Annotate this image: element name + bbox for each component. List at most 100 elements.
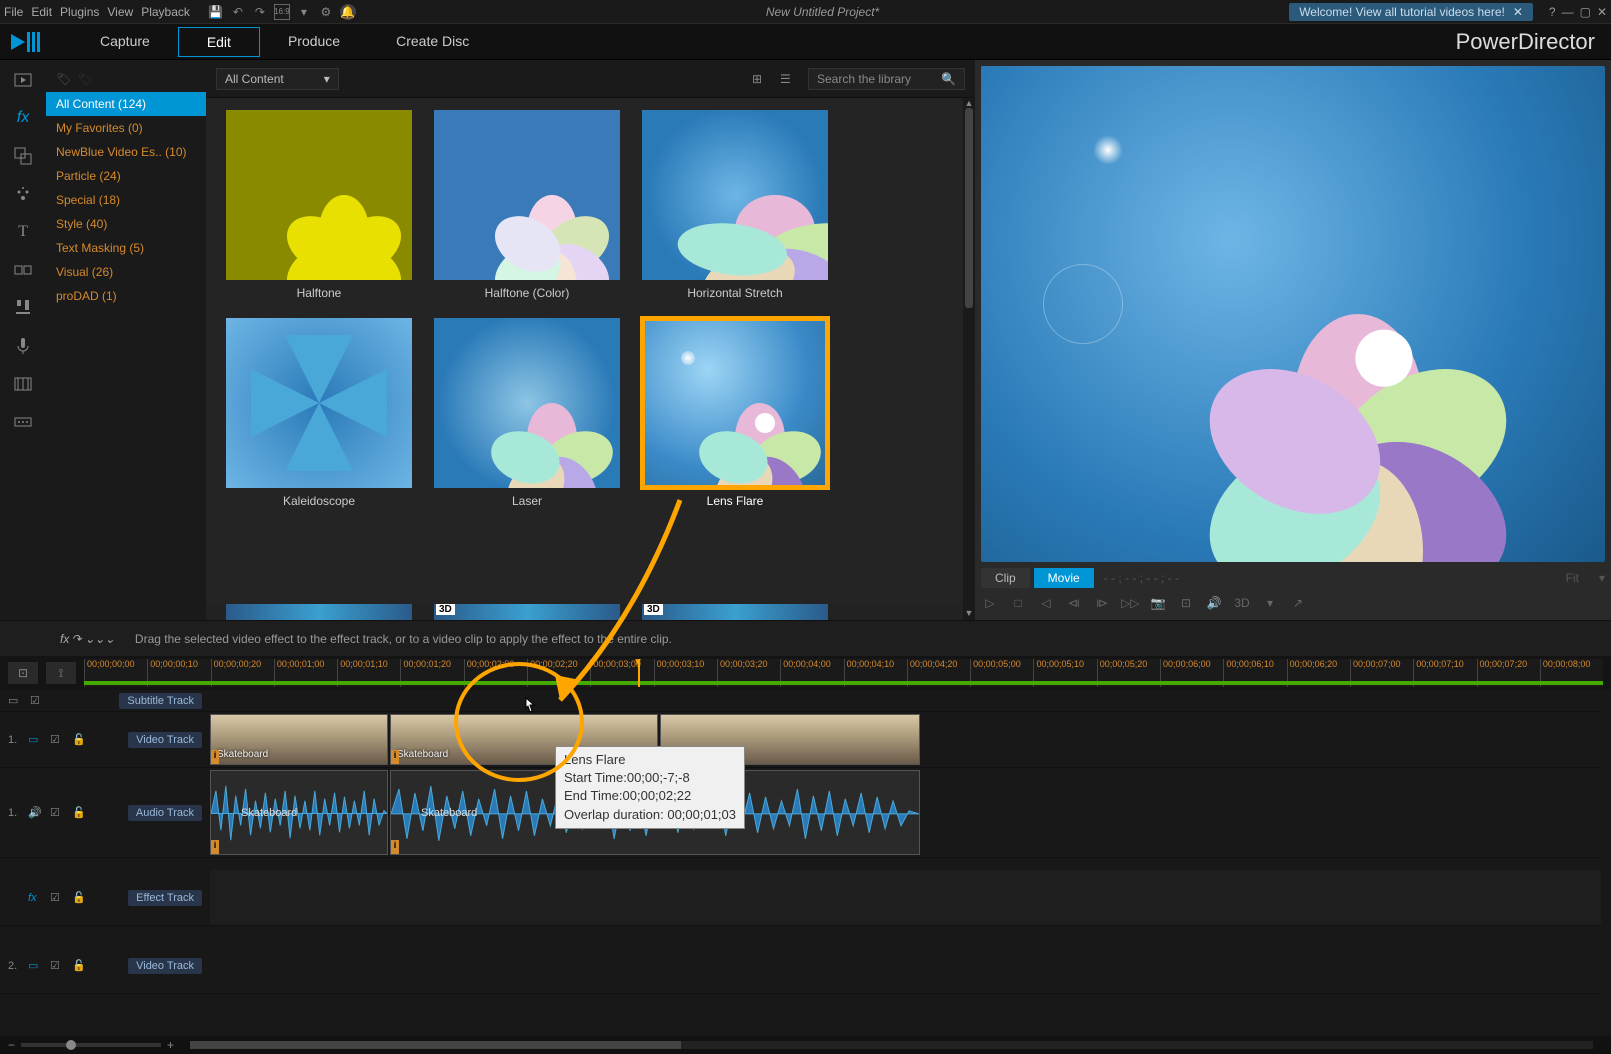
audio-room-icon[interactable] bbox=[9, 294, 37, 322]
zoom-thumb[interactable] bbox=[66, 1040, 76, 1050]
effect-kaleidoscope[interactable]: Kaleidoscope bbox=[226, 318, 412, 508]
zoom-in-icon[interactable]: + bbox=[167, 1038, 174, 1052]
cat-particle[interactable]: Particle (24) bbox=[46, 164, 206, 188]
track-enable-icon[interactable]: ☑ bbox=[50, 733, 66, 746]
media-room-icon[interactable] bbox=[9, 66, 37, 94]
menu-playback[interactable]: Playback bbox=[141, 5, 190, 19]
close-icon[interactable]: ✕ bbox=[1597, 5, 1607, 19]
tab-edit[interactable]: Edit bbox=[178, 27, 260, 57]
track-enable-icon[interactable]: ☑ bbox=[30, 694, 46, 707]
voice-room-icon[interactable] bbox=[9, 332, 37, 360]
three-d-icon[interactable]: 3D bbox=[1233, 596, 1251, 610]
movie-mode-button[interactable]: Movie bbox=[1034, 568, 1094, 588]
effect-laser[interactable]: Laser bbox=[434, 318, 620, 508]
fit-dropdown[interactable]: Fit▾ bbox=[1566, 571, 1605, 585]
subtitle-room-icon[interactable] bbox=[9, 408, 37, 436]
track-lock-icon[interactable]: 🔓 bbox=[72, 806, 88, 819]
tag-icon[interactable]: 🏷 bbox=[56, 72, 71, 86]
track-name[interactable]: Video Track bbox=[128, 958, 202, 974]
track-name[interactable]: Audio Track bbox=[128, 805, 202, 821]
track-area[interactable]: Skateboard i Skateboard i Skateboard i S… bbox=[210, 690, 1601, 1050]
split-icon[interactable]: ▾ bbox=[296, 4, 312, 20]
video-track-icon[interactable]: ▭ bbox=[28, 959, 44, 972]
horizontal-scrollbar[interactable] bbox=[190, 1041, 1593, 1049]
cat-textmasking[interactable]: Text Masking (5) bbox=[46, 236, 206, 260]
audio-track-icon[interactable]: 🔊 bbox=[28, 806, 44, 819]
cat-visual[interactable]: Visual (26) bbox=[46, 260, 206, 284]
chapter-room-icon[interactable] bbox=[9, 370, 37, 398]
video-track-2-lane[interactable] bbox=[210, 938, 1601, 994]
save-icon[interactable]: 💾 bbox=[208, 4, 224, 20]
tab-create-disc[interactable]: Create Disc bbox=[368, 27, 497, 57]
timeline-view-icon[interactable]: ⊡ bbox=[8, 662, 38, 684]
help-icon[interactable]: ? bbox=[1549, 5, 1556, 19]
effect-halftone[interactable]: Halftone bbox=[226, 110, 412, 300]
effect-peek[interactable] bbox=[226, 604, 412, 620]
fx-track-icon[interactable]: fx bbox=[28, 892, 44, 904]
settings-icon[interactable]: ⚙ bbox=[318, 4, 334, 20]
fx-room-icon[interactable]: fx bbox=[9, 104, 37, 132]
track-lock-icon[interactable]: 🔓 bbox=[72, 733, 88, 746]
menu-file[interactable]: File bbox=[4, 5, 23, 19]
minimize-icon[interactable]: — bbox=[1562, 5, 1574, 19]
effect-track-lane[interactable] bbox=[210, 870, 1601, 926]
tag-manage-icon[interactable]: 🏷 bbox=[77, 72, 92, 86]
library-filter-dropdown[interactable]: All Content ▾ bbox=[216, 68, 339, 90]
prev-frame-icon[interactable]: ◁ bbox=[1037, 596, 1055, 610]
track-enable-icon[interactable]: ☑ bbox=[50, 891, 66, 904]
tab-produce[interactable]: Produce bbox=[260, 27, 368, 57]
subtitle-track-lane[interactable] bbox=[210, 690, 1601, 712]
cat-all-content[interactable]: All Content (124) bbox=[46, 92, 206, 116]
notification-icon[interactable]: 🔔 bbox=[340, 4, 356, 20]
cat-newblue[interactable]: NewBlue Video Es.. (10) bbox=[46, 140, 206, 164]
effect-peek-3d[interactable]: 3D bbox=[434, 604, 620, 620]
quality-icon[interactable]: ⊡ bbox=[1177, 596, 1195, 610]
aspect-icon[interactable]: 16:9 bbox=[274, 4, 290, 20]
track-enable-icon[interactable]: ☑ bbox=[50, 806, 66, 819]
marker-icon[interactable]: ⟟ bbox=[46, 662, 76, 684]
menu-view[interactable]: View bbox=[107, 5, 133, 19]
tab-capture[interactable]: Capture bbox=[72, 27, 178, 57]
effect-peek-3d[interactable]: 3D bbox=[642, 604, 828, 620]
stop-icon[interactable]: □ bbox=[1009, 596, 1027, 610]
track-name[interactable]: Effect Track bbox=[128, 890, 202, 906]
cat-style[interactable]: Style (40) bbox=[46, 212, 206, 236]
menu-edit[interactable]: Edit bbox=[31, 5, 52, 19]
cat-prodad[interactable]: proDAD (1) bbox=[46, 284, 206, 308]
next-frame-icon[interactable]: ▷▷ bbox=[1121, 596, 1139, 610]
clip-mode-button[interactable]: Clip bbox=[981, 568, 1030, 588]
library-search[interactable]: Search the library 🔍 bbox=[808, 68, 965, 90]
playhead[interactable] bbox=[638, 659, 640, 687]
audio-track-lane[interactable]: Skateboard i Skateboard i bbox=[210, 768, 1601, 858]
transition-room-icon[interactable] bbox=[9, 256, 37, 284]
cat-favorites[interactable]: My Favorites (0) bbox=[46, 116, 206, 140]
hscroll-thumb[interactable] bbox=[190, 1041, 681, 1049]
scroll-down-icon[interactable]: ▼ bbox=[963, 608, 975, 620]
track-name[interactable]: Video Track bbox=[128, 732, 202, 748]
close-welcome-icon[interactable]: ✕ bbox=[1513, 5, 1523, 19]
track-enable-icon[interactable]: ☑ bbox=[50, 959, 66, 972]
title-room-icon[interactable]: T bbox=[9, 218, 37, 246]
three-d-chevron-icon[interactable]: ▾ bbox=[1261, 596, 1279, 610]
pip-room-icon[interactable] bbox=[9, 142, 37, 170]
cat-special[interactable]: Special (18) bbox=[46, 188, 206, 212]
snapshot-icon[interactable]: 📷 bbox=[1149, 596, 1167, 610]
video-clip-1[interactable]: Skateboard i bbox=[210, 714, 388, 765]
effect-halftone-color[interactable]: Halftone (Color) bbox=[434, 110, 620, 300]
zoom-slider[interactable] bbox=[21, 1043, 161, 1047]
track-lock-icon[interactable]: 🔓 bbox=[72, 891, 88, 904]
maximize-icon[interactable]: ▢ bbox=[1580, 5, 1591, 19]
time-ruler[interactable]: 00;00;00;0000;00;00;1000;00;00;2000;00;0… bbox=[84, 659, 1603, 687]
menu-plugins[interactable]: Plugins bbox=[60, 5, 99, 19]
step-back-icon[interactable]: ⧏ bbox=[1065, 596, 1083, 610]
step-forward-icon[interactable]: ⧐ bbox=[1093, 596, 1111, 610]
volume-icon[interactable]: 🔊 bbox=[1205, 596, 1223, 610]
particle-room-icon[interactable] bbox=[9, 180, 37, 208]
redo-icon[interactable]: ↷ bbox=[252, 4, 268, 20]
track-name[interactable]: Subtitle Track bbox=[119, 693, 202, 709]
zoom-out-icon[interactable]: − bbox=[8, 1038, 15, 1052]
track-lock-icon[interactable]: 🔓 bbox=[72, 959, 88, 972]
undo-icon[interactable]: ↶ bbox=[230, 4, 246, 20]
video-track-icon[interactable]: ▭ bbox=[28, 733, 44, 746]
audio-clip-1[interactable]: Skateboard i bbox=[210, 770, 388, 855]
